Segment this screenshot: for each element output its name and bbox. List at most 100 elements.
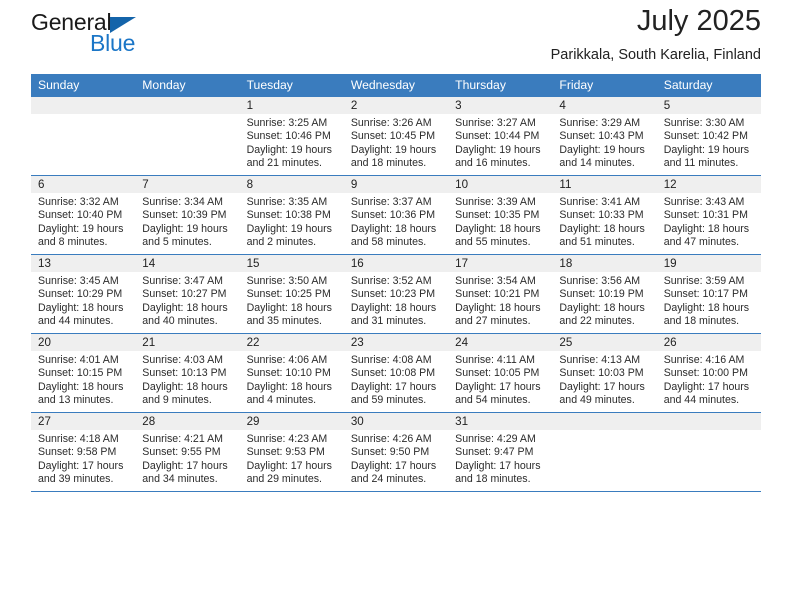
day-details: Sunrise: 3:41 AM Sunset: 10:33 PM Daylight… bbox=[552, 193, 656, 250]
sunrise-time: Sunrise: 4:21 AM bbox=[142, 433, 223, 445]
sunrise-time: Sunrise: 3:43 AM bbox=[663, 196, 745, 208]
calendar-day-cell[interactable]: 26 Sunrise: 4:16 AM Sunset: 10:00 PM Daylig… bbox=[656, 333, 761, 413]
calendar-day-cell[interactable]: 5 Sunrise: 3:30 AM Sunset: 10:42 PM Dayligh… bbox=[656, 97, 761, 176]
sunrise-time: Sunrise: 3:27 AM bbox=[455, 117, 536, 129]
day-details: Sunrise: 4:08 AM Sunset: 10:08 PM Daylight… bbox=[344, 351, 448, 408]
daylight-duration-line1: Daylight: 19 hours bbox=[142, 222, 228, 235]
sunset-time: Sunset: 10:39 PM bbox=[142, 209, 227, 222]
weekday-header-friday: Friday bbox=[552, 74, 657, 97]
day-number bbox=[135, 97, 240, 114]
daylight-duration-line1: Daylight: 18 hours bbox=[246, 380, 332, 393]
day-cell-inner: 17 Sunrise: 3:54 AM Sunset: 10:21 PM Daylig… bbox=[448, 255, 553, 333]
daylight-duration-line1: Daylight: 18 hours bbox=[38, 380, 124, 393]
calendar-day-cell[interactable]: 15 Sunrise: 3:50 AM Sunset: 10:25 PM Daylig… bbox=[239, 254, 344, 334]
calendar-day-cell[interactable]: 18 Sunrise: 3:56 AM Sunset: 10:19 PM Daylig… bbox=[552, 254, 657, 334]
sunset-time: Sunset: 10:13 PM bbox=[142, 367, 227, 380]
calendar-week-row: 27 Sunrise: 4:18 AM Sunset: 9:58 PM Dayligh… bbox=[31, 412, 761, 492]
day-details: Sunrise: 3:32 AM Sunset: 10:40 PM Daylight… bbox=[31, 193, 135, 250]
day-details: Sunrise: 3:47 AM Sunset: 10:27 PM Daylight… bbox=[135, 272, 239, 329]
daylight-duration-line1: Daylight: 18 hours bbox=[663, 301, 750, 314]
calendar-day-cell[interactable]: 6 Sunrise: 3:32 AM Sunset: 10:40 PM Dayligh… bbox=[31, 175, 136, 255]
calendar-day-cell[interactable]: 16 Sunrise: 3:52 AM Sunset: 10:23 PM Daylig… bbox=[343, 254, 449, 334]
daylight-duration-line2: and 58 minutes. bbox=[350, 236, 427, 249]
calendar-day-cell[interactable]: 12 Sunrise: 3:43 AM Sunset: 10:31 PM Daylig… bbox=[656, 175, 761, 255]
day-details bbox=[31, 114, 135, 117]
calendar-day-cell[interactable]: 22 Sunrise: 4:06 AM Sunset: 10:10 PM Daylig… bbox=[239, 333, 344, 413]
sunrise-time: Sunrise: 3:47 AM bbox=[142, 275, 223, 287]
calendar-day-cell[interactable]: 11 Sunrise: 3:41 AM Sunset: 10:33 PM Daylig… bbox=[552, 175, 657, 255]
logo-text-blue: Blue bbox=[90, 30, 136, 56]
weekday-header-sunday: Sunday bbox=[31, 74, 136, 97]
calendar-day-cell[interactable]: 13 Sunrise: 3:45 AM Sunset: 10:29 PM Daylig… bbox=[31, 254, 136, 334]
daylight-duration-line2: and 18 minutes. bbox=[663, 315, 740, 328]
daylight-duration-line1: Daylight: 18 hours bbox=[38, 301, 124, 314]
page-header: General Blue July 2025 Parikkala, South … bbox=[31, 0, 761, 74]
day-details: Sunrise: 4:01 AM Sunset: 10:15 PM Daylight… bbox=[31, 351, 135, 408]
daylight-duration-line1: Daylight: 19 hours bbox=[350, 143, 437, 156]
calendar-day-cell[interactable]: 23 Sunrise: 4:08 AM Sunset: 10:08 PM Daylig… bbox=[343, 333, 449, 413]
daylight-duration-line1: Daylight: 19 hours bbox=[246, 222, 332, 235]
generalblue-logo[interactable]: General Blue bbox=[31, 9, 161, 61]
sunrise-time: Sunrise: 3:30 AM bbox=[663, 117, 745, 129]
calendar-day-cell[interactable]: 19 Sunrise: 3:59 AM Sunset: 10:17 PM Daylig… bbox=[656, 254, 761, 334]
sunrise-time: Sunrise: 4:13 AM bbox=[559, 354, 641, 366]
sunset-time: Sunset: 10:42 PM bbox=[663, 130, 748, 143]
calendar-day-cell[interactable]: 8 Sunrise: 3:35 AM Sunset: 10:38 PM Dayligh… bbox=[239, 175, 344, 255]
daylight-duration-line1: Daylight: 18 hours bbox=[455, 301, 541, 314]
day-number: 7 bbox=[135, 176, 240, 193]
daylight-duration-line2: and 18 minutes. bbox=[455, 473, 531, 486]
calendar-day-cell-empty bbox=[31, 97, 136, 176]
calendar-day-cell[interactable]: 7 Sunrise: 3:34 AM Sunset: 10:39 PM Dayligh… bbox=[135, 175, 240, 255]
calendar-day-cell[interactable]: 20 Sunrise: 4:01 AM Sunset: 10:15 PM Daylig… bbox=[31, 333, 136, 413]
calendar-day-cell[interactable]: 31 Sunrise: 4:29 AM Sunset: 9:47 PM Dayligh… bbox=[448, 412, 553, 492]
daylight-duration-line2: and 47 minutes. bbox=[663, 236, 740, 249]
sunrise-time: Sunrise: 4:29 AM bbox=[455, 433, 536, 445]
day-number: 14 bbox=[135, 255, 240, 272]
calendar-day-cell[interactable]: 9 Sunrise: 3:37 AM Sunset: 10:36 PM Dayligh… bbox=[343, 175, 449, 255]
sunset-time: Sunset: 10:21 PM bbox=[455, 288, 540, 301]
calendar-day-cell[interactable]: 2 Sunrise: 3:26 AM Sunset: 10:45 PM Dayligh… bbox=[343, 97, 449, 176]
day-details: Sunrise: 4:11 AM Sunset: 10:05 PM Daylight… bbox=[448, 351, 552, 408]
day-number: 29 bbox=[239, 413, 344, 430]
day-number: 21 bbox=[135, 334, 240, 351]
day-number: 10 bbox=[448, 176, 553, 193]
daylight-duration-line2: and 34 minutes. bbox=[142, 473, 218, 486]
calendar-day-cell[interactable]: 14 Sunrise: 3:47 AM Sunset: 10:27 PM Daylig… bbox=[135, 254, 240, 334]
weekday-header-row: Sunday Monday Tuesday Wednesday Thursday… bbox=[31, 74, 761, 97]
weekday-header-tuesday: Tuesday bbox=[239, 74, 344, 97]
calendar-day-cell[interactable]: 29 Sunrise: 4:23 AM Sunset: 9:53 PM Dayligh… bbox=[239, 412, 344, 492]
day-number: 4 bbox=[552, 97, 657, 114]
calendar-day-cell[interactable]: 4 Sunrise: 3:29 AM Sunset: 10:43 PM Dayligh… bbox=[552, 97, 657, 176]
day-number: 11 bbox=[552, 176, 657, 193]
sunset-time: Sunset: 10:46 PM bbox=[246, 130, 331, 143]
sunrise-time: Sunrise: 3:54 AM bbox=[455, 275, 536, 287]
day-cell-inner: 23 Sunrise: 4:08 AM Sunset: 10:08 PM Daylig… bbox=[343, 334, 449, 412]
daylight-duration-line2: and 40 minutes. bbox=[142, 315, 218, 328]
calendar-day-cell[interactable]: 21 Sunrise: 4:03 AM Sunset: 10:13 PM Daylig… bbox=[135, 333, 240, 413]
calendar-day-cell[interactable]: 27 Sunrise: 4:18 AM Sunset: 9:58 PM Dayligh… bbox=[31, 412, 136, 492]
daylight-duration-line1: Daylight: 18 hours bbox=[350, 301, 437, 314]
day-number: 17 bbox=[448, 255, 553, 272]
day-number: 12 bbox=[656, 176, 761, 193]
daylight-duration-line2: and 16 minutes. bbox=[455, 157, 531, 170]
day-details: Sunrise: 3:37 AM Sunset: 10:36 PM Daylight… bbox=[344, 193, 448, 250]
calendar-day-cell[interactable]: 25 Sunrise: 4:13 AM Sunset: 10:03 PM Daylig… bbox=[552, 333, 657, 413]
calendar-day-cell[interactable]: 24 Sunrise: 4:11 AM Sunset: 10:05 PM Daylig… bbox=[448, 333, 553, 413]
day-number: 31 bbox=[448, 413, 553, 430]
calendar-day-cell[interactable]: 17 Sunrise: 3:54 AM Sunset: 10:21 PM Daylig… bbox=[448, 254, 553, 334]
sunrise-time: Sunrise: 4:26 AM bbox=[350, 433, 432, 445]
sunset-time: Sunset: 10:38 PM bbox=[246, 209, 331, 222]
daylight-duration-line1: Daylight: 19 hours bbox=[455, 143, 541, 156]
calendar-header: Sunday Monday Tuesday Wednesday Thursday… bbox=[31, 74, 761, 97]
calendar-day-cell[interactable]: 3 Sunrise: 3:27 AM Sunset: 10:44 PM Dayligh… bbox=[448, 97, 553, 176]
daylight-duration-line1: Daylight: 17 hours bbox=[246, 459, 332, 472]
calendar-day-cell[interactable]: 28 Sunrise: 4:21 AM Sunset: 9:55 PM Dayligh… bbox=[135, 412, 240, 492]
weekday-header-saturday: Saturday bbox=[656, 74, 761, 97]
sunrise-time: Sunrise: 4:11 AM bbox=[455, 354, 536, 366]
day-cell-inner: 11 Sunrise: 3:41 AM Sunset: 10:33 PM Daylig… bbox=[552, 176, 657, 254]
calendar-day-cell[interactable]: 30 Sunrise: 4:26 AM Sunset: 9:50 PM Dayligh… bbox=[343, 412, 449, 492]
daylight-duration-line2: and 4 minutes. bbox=[246, 394, 317, 407]
calendar-day-cell[interactable]: 10 Sunrise: 3:39 AM Sunset: 10:35 PM Daylig… bbox=[448, 175, 553, 255]
calendar-day-cell[interactable]: 1 Sunrise: 3:25 AM Sunset: 10:46 PM Dayligh… bbox=[239, 97, 344, 176]
day-number: 19 bbox=[656, 255, 761, 272]
